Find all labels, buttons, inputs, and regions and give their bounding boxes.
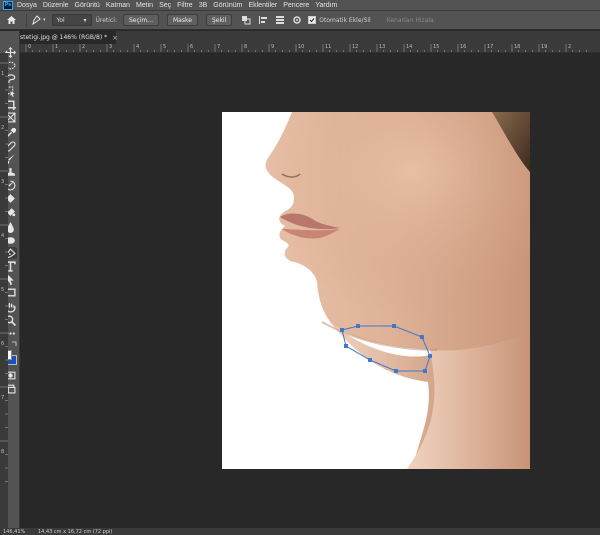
ruler-tick-label: 10 xyxy=(298,44,305,50)
menu-plugins[interactable]: Eklentiler xyxy=(248,2,277,9)
menu-edit[interactable]: Düzenle xyxy=(43,2,69,9)
photoshop-logo: Ps xyxy=(3,0,13,10)
ruler-tick-label: 12 xyxy=(352,44,359,50)
ruler-tick-label: 15 xyxy=(433,44,440,50)
ruler-tick-label: 4 xyxy=(1,233,5,239)
ruler-tick-label: 7 xyxy=(217,44,221,50)
ruler-tick-label: 14 xyxy=(406,44,413,50)
ruler-tick-label: 1 xyxy=(1,71,5,77)
align-icon xyxy=(259,16,268,24)
path-operations-icon xyxy=(242,16,251,25)
document-size: 14,43 cm x 16,72 cm (72 ppi) xyxy=(38,528,113,535)
pen-icon xyxy=(32,15,41,25)
ruler-tick-label: 5 xyxy=(1,287,5,293)
settings-button[interactable] xyxy=(291,14,303,26)
path-operations-button[interactable] xyxy=(240,14,252,26)
path-anchor-point[interactable] xyxy=(423,369,427,373)
ruler-tick-label: 7 xyxy=(1,395,5,401)
ruler-tick-label: 17 xyxy=(487,44,494,50)
ruler-ticks xyxy=(25,44,587,52)
horizontal-ruler: 0 1 2 3 4 5 6 7 8 9 10 11 12 13 14 15 16 17 18 19 2 xyxy=(20,44,600,53)
ruler-tick-label: 8 xyxy=(244,44,248,50)
ruler-tick-label: 2 xyxy=(1,125,5,131)
menu-file[interactable]: Dosya xyxy=(17,2,37,9)
status-bar: 146,41% 14,43 cm x 16,72 cm (72 ppi) xyxy=(0,528,600,535)
path-anchor-point[interactable] xyxy=(368,358,372,362)
ruler-tick-label: 5 xyxy=(163,44,167,50)
mode-select-value: Yol xyxy=(56,16,65,24)
menu-type[interactable]: Metin xyxy=(136,2,153,9)
portrait-photo xyxy=(265,112,530,469)
ruler-tick-label: 8 xyxy=(1,449,5,455)
ruler-tick-label: 6 xyxy=(1,341,5,347)
path-anchor-point[interactable] xyxy=(420,335,424,339)
ruler-tick-label: 11 xyxy=(325,44,332,50)
shape-button[interactable]: Şekil xyxy=(205,14,233,26)
mask-button[interactable]: Maske xyxy=(167,14,198,26)
ruler-tick-label: 0 xyxy=(28,44,32,50)
menu-window[interactable]: Pencere xyxy=(283,2,309,9)
ruler-tick-label: 4 xyxy=(136,44,140,50)
vertical-ruler: 1 2 3 4 5 6 7 8 xyxy=(0,53,8,528)
menu-layer[interactable]: Katman xyxy=(106,2,130,9)
ruler-tick-label: 6 xyxy=(190,44,194,50)
menu-3d[interactable]: 3B xyxy=(199,2,208,9)
home-icon xyxy=(6,16,16,24)
auto-add-checkbox[interactable] xyxy=(308,16,317,24)
document-tab-title: stetigi.jpg @ 146% (RGB/8) * xyxy=(20,34,108,41)
selection-button[interactable]: Seçim... xyxy=(122,14,159,26)
path-arrangement-button[interactable] xyxy=(274,14,286,26)
path-anchor-point[interactable] xyxy=(392,324,396,328)
tool-preset-picker[interactable]: ▾ xyxy=(31,15,46,25)
chevron-down-icon: ▾ xyxy=(83,16,87,24)
document-tab-bar: stetigi.jpg @ 146% (RGB/8) * × xyxy=(20,31,600,44)
gear-icon xyxy=(293,16,301,24)
mode-label: Üretici: xyxy=(95,16,117,24)
options-bar: ▾ Yol ▾ Üretici: Seçim... Maske Şekil Ot… xyxy=(0,11,600,30)
path-anchor-point[interactable] xyxy=(340,328,344,332)
chevron-down-icon: ▾ xyxy=(43,17,46,23)
path-anchor-point[interactable] xyxy=(428,354,432,358)
menu-help[interactable]: Yardım xyxy=(315,2,337,9)
align-edges-label: Kenarları Hizala xyxy=(386,16,434,24)
menu-image[interactable]: Görüntü xyxy=(75,2,100,9)
ruler-tick-label: 3 xyxy=(109,44,113,50)
path-anchor-point[interactable] xyxy=(356,324,360,328)
checkmark-icon xyxy=(309,18,315,23)
ruler-tick-label: 19 xyxy=(541,44,548,50)
zoom-level[interactable]: 146,41% xyxy=(3,529,33,535)
separator xyxy=(26,13,27,27)
auto-add-label: Otomatik Ekle/Sil xyxy=(319,16,371,24)
image-canvas[interactable] xyxy=(222,112,530,469)
menu-view[interactable]: Görünüm xyxy=(213,2,242,9)
ruler-tick-label: 3 xyxy=(1,179,5,185)
ruler-tick-label: 1 xyxy=(55,44,59,50)
ruler-tick-label: 2 xyxy=(82,44,86,50)
path-anchor-point[interactable] xyxy=(394,369,398,373)
menu-select[interactable]: Seç xyxy=(159,2,171,9)
ruler-tick-label: 2 xyxy=(568,44,572,50)
arrange-icon xyxy=(276,16,285,24)
ruler-tick-label: 18 xyxy=(514,44,521,50)
path-alignment-button[interactable] xyxy=(257,14,269,26)
document-tab[interactable]: stetigi.jpg @ 146% (RGB/8) * × xyxy=(20,31,118,44)
ruler-tick-label: 9 xyxy=(271,44,275,50)
ruler-tick-label: 16 xyxy=(460,44,467,50)
path-anchor-point[interactable] xyxy=(344,344,348,348)
menu-filter[interactable]: Filtre xyxy=(177,2,193,9)
mode-select[interactable]: Yol ▾ xyxy=(51,14,92,26)
home-button[interactable] xyxy=(0,11,22,30)
ruler-tick-label: 13 xyxy=(379,44,386,50)
document-workspace[interactable] xyxy=(20,53,600,528)
menu-bar: Ps Dosya Düzenle Görüntü Katman Metin Se… xyxy=(0,0,600,11)
close-icon[interactable]: × xyxy=(112,34,118,42)
